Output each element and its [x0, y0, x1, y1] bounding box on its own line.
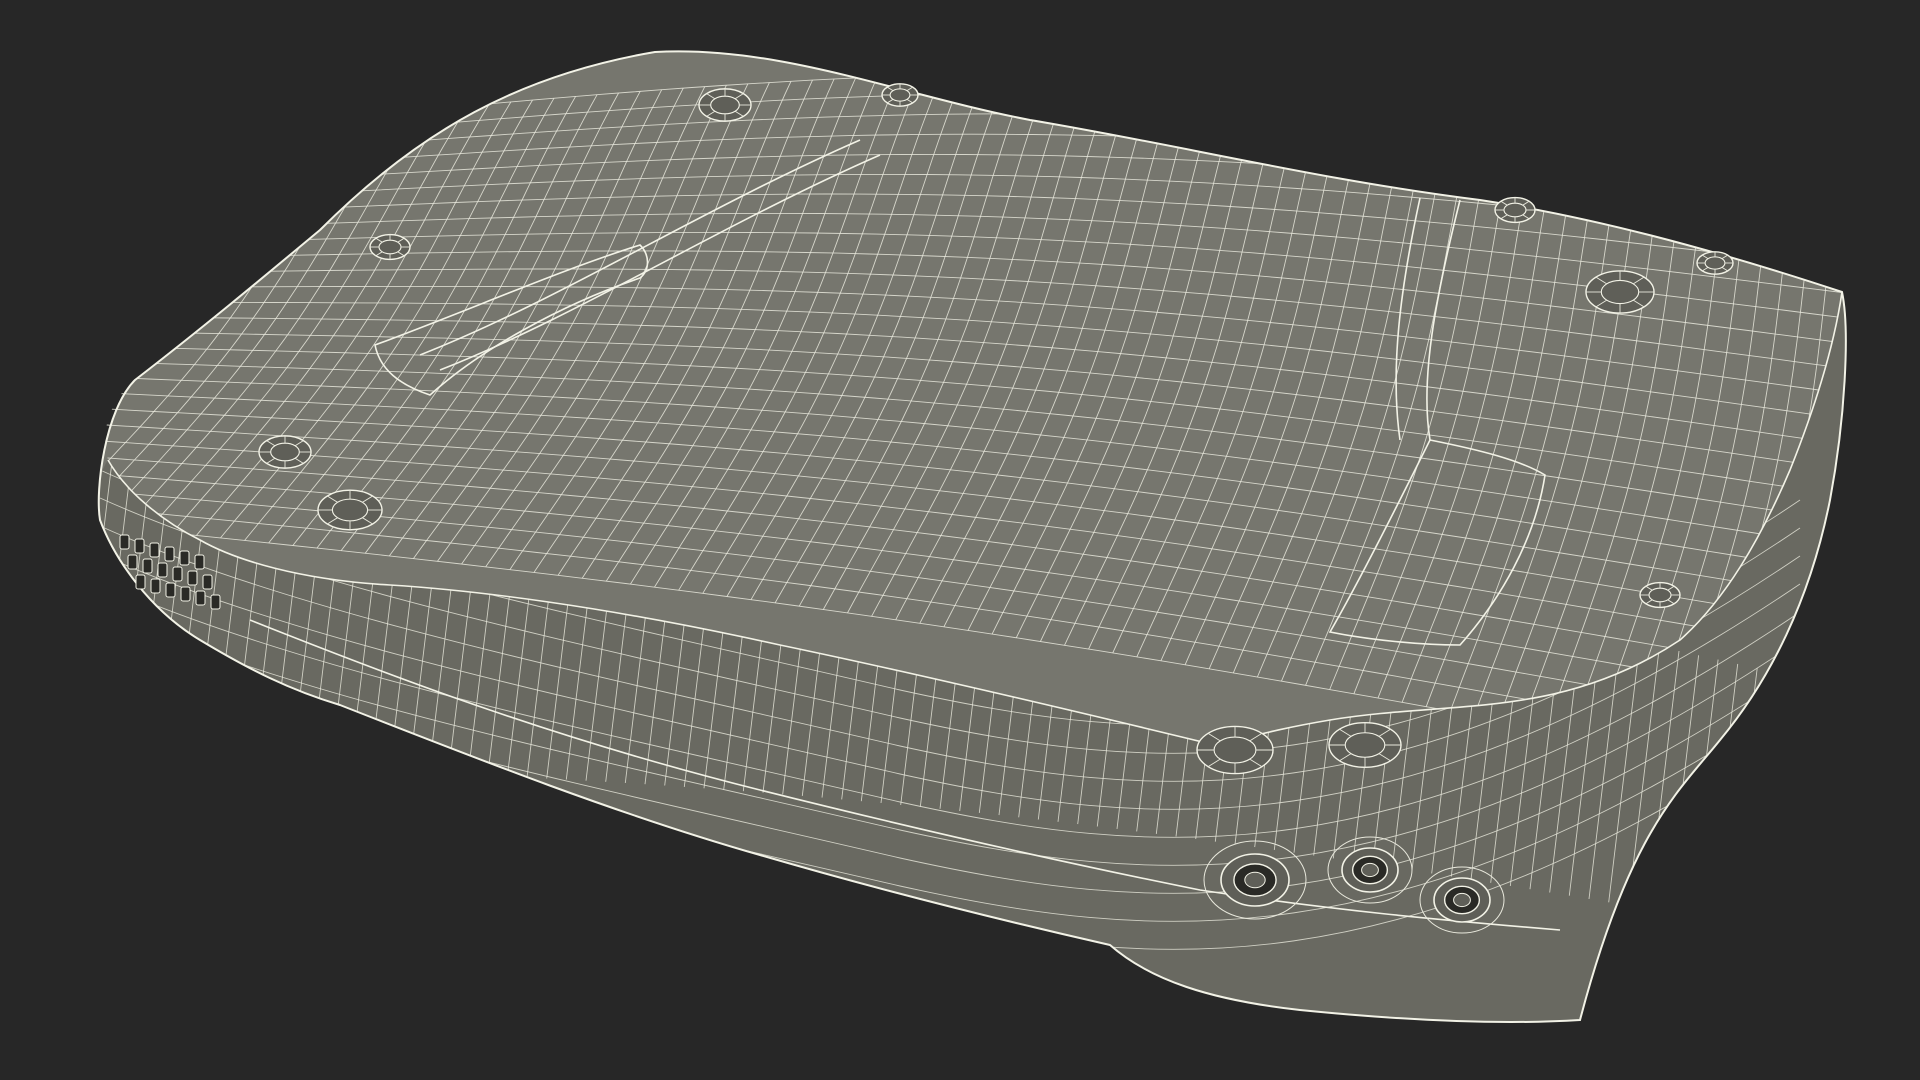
vent-slot	[142, 558, 153, 574]
screw-boss	[1696, 251, 1734, 275]
vent-slot	[164, 546, 175, 562]
render-viewport	[0, 0, 1920, 1080]
side-mesh-line	[97, 440, 116, 770]
side-mesh-line	[1745, 672, 1778, 927]
vent-slot	[134, 538, 145, 554]
side-mesh-line	[1824, 689, 1846, 941]
port-pin	[1244, 871, 1266, 889]
screw-boss	[1328, 721, 1402, 769]
port-pin	[1361, 862, 1379, 878]
vent-slot	[149, 542, 160, 558]
vent-slot	[135, 574, 146, 590]
screw-boss	[881, 83, 919, 107]
screw-boss	[258, 435, 312, 469]
vent-slot	[194, 554, 205, 570]
side-mesh-line	[1785, 681, 1817, 934]
screw-boss	[369, 233, 411, 261]
vent-slot	[179, 550, 190, 566]
vent-slot	[165, 582, 176, 598]
screw-boss	[698, 88, 752, 122]
side-mesh-line	[1765, 676, 1797, 930]
screw-boss	[1639, 581, 1681, 609]
vent-slot	[150, 578, 161, 594]
vent-slot	[127, 554, 138, 570]
side-mesh-line	[55, 440, 95, 770]
vent-slot	[180, 586, 191, 602]
port-pin	[1453, 892, 1471, 908]
vent-slot	[172, 566, 183, 582]
vent-slot	[210, 594, 221, 610]
vent-slot	[202, 574, 213, 590]
vent-slot	[119, 534, 130, 550]
screw-boss	[1585, 270, 1655, 314]
wireframe-model-render	[55, 50, 1847, 1023]
screw-boss	[1196, 725, 1274, 775]
vent-slot	[187, 570, 198, 586]
vent-slot	[195, 590, 206, 606]
vent-slot	[157, 562, 168, 578]
screw-boss	[1494, 196, 1536, 224]
screw-boss	[317, 489, 383, 531]
side-mesh-line	[1804, 685, 1836, 937]
